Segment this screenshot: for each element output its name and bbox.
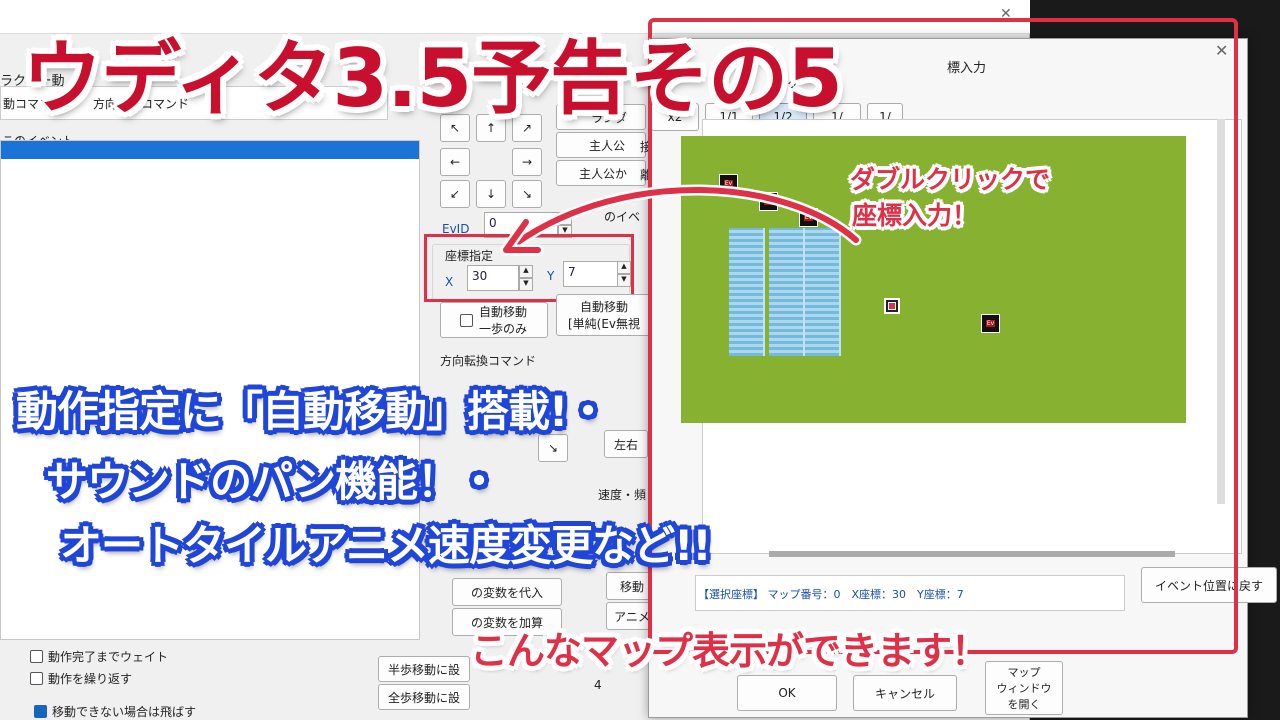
auto-move-simple-line1: 自動移動 (579, 300, 628, 314)
toward-hero-button[interactable]: 主人公 (556, 132, 646, 158)
direction-group-title: 方向転換コマンド (440, 354, 537, 368)
map-horizontal-scrollbar[interactable] (769, 551, 1175, 557)
map-dialog-close-icon[interactable]: ✕ (1215, 41, 1228, 60)
skip-if-blocked-checkbox[interactable]: 移動できない場合は飛ばす (34, 703, 196, 720)
speed-frequency-label: 速度・頻 (598, 488, 647, 502)
editor-close-icon[interactable]: ✕ (1000, 6, 1012, 22)
open-map-window-line3: を開く (1007, 698, 1041, 711)
callout-arrow-icon (500, 184, 862, 256)
open-map-window-button[interactable]: マップ ウィンドウ を開く (985, 661, 1063, 715)
map-event-marker[interactable]: Ev (981, 314, 1000, 333)
auto-move-step-checkbox[interactable]: 自動移動 一歩のみ (440, 302, 548, 338)
wait-until-done-checkbox[interactable]: 動作完了までウェイト (30, 648, 168, 665)
left-right-button[interactable]: 左右 (604, 430, 648, 458)
selected-coordinate-status: 【選択座標】 マップ番号：0 X座標：30 Y座標：7 (698, 588, 964, 601)
map-dialog-title: 標入力 (947, 61, 987, 76)
repeat-label: 動作を繰り返す (48, 672, 133, 686)
map-vertical-scrollbar[interactable] (1217, 119, 1225, 504)
repeat-checkbox[interactable]: 動作を繰り返す (30, 670, 132, 687)
wait-until-done-label: 動作完了までウェイト (48, 650, 169, 664)
return-to-event-button[interactable]: イベント位置に戻す (1141, 567, 1277, 603)
move-down-left-button[interactable]: ↙ (440, 180, 470, 208)
feature-line-1: 動作指定に「自動移動」搭載!・ (16, 387, 609, 436)
feature-line-2: サウンドのパン機能！・ (46, 457, 500, 506)
feature-line-3: オートタイルアニメ速度変更など!! (60, 521, 711, 570)
map-coordinate-dialog: 標入力 ✕ ク x2 1/1 1/2 1/ 1/ Ev Ev Ev Ev 【選択… (648, 38, 1277, 718)
auto-move-simple-button[interactable]: 自動移動 [単純(Ev無視 (556, 294, 652, 336)
open-map-window-line2: ウィンドウ (996, 682, 1052, 695)
page-title: ウディタ3.5予告その5 (22, 32, 843, 125)
four-label: 4 (594, 678, 602, 692)
half-step-button[interactable]: 半歩移動に設 (378, 656, 470, 682)
assign-variable-button[interactable]: の変数を代入 (452, 578, 562, 606)
auto-move-step-box[interactable] (460, 314, 473, 327)
callout-line-1: ダブルクリックで (850, 165, 1051, 194)
ok-button[interactable]: OK (737, 675, 837, 711)
full-step-button[interactable]: 全歩移動に設 (378, 684, 470, 710)
cancel-button[interactable]: キャンセル (853, 675, 957, 711)
skip-if-blocked-label: 移動できない場合は飛ばす (52, 705, 197, 719)
command-list-selected-row[interactable] (1, 141, 419, 159)
status-bar: 【選択座標】 マップ番号：0 X座標：30 Y座標：7 (695, 575, 1125, 611)
auto-move-simple-line2: [単純(Ev無視 (567, 317, 641, 331)
selected-coordinate-marker[interactable] (884, 298, 900, 314)
callout-line-2: 座標入力！ (852, 201, 978, 230)
move-left-button[interactable]: ← (440, 148, 470, 176)
bottom-caption: こんなマップ表示ができます！ (470, 629, 989, 673)
open-map-window-line1: マップ (1007, 666, 1041, 679)
